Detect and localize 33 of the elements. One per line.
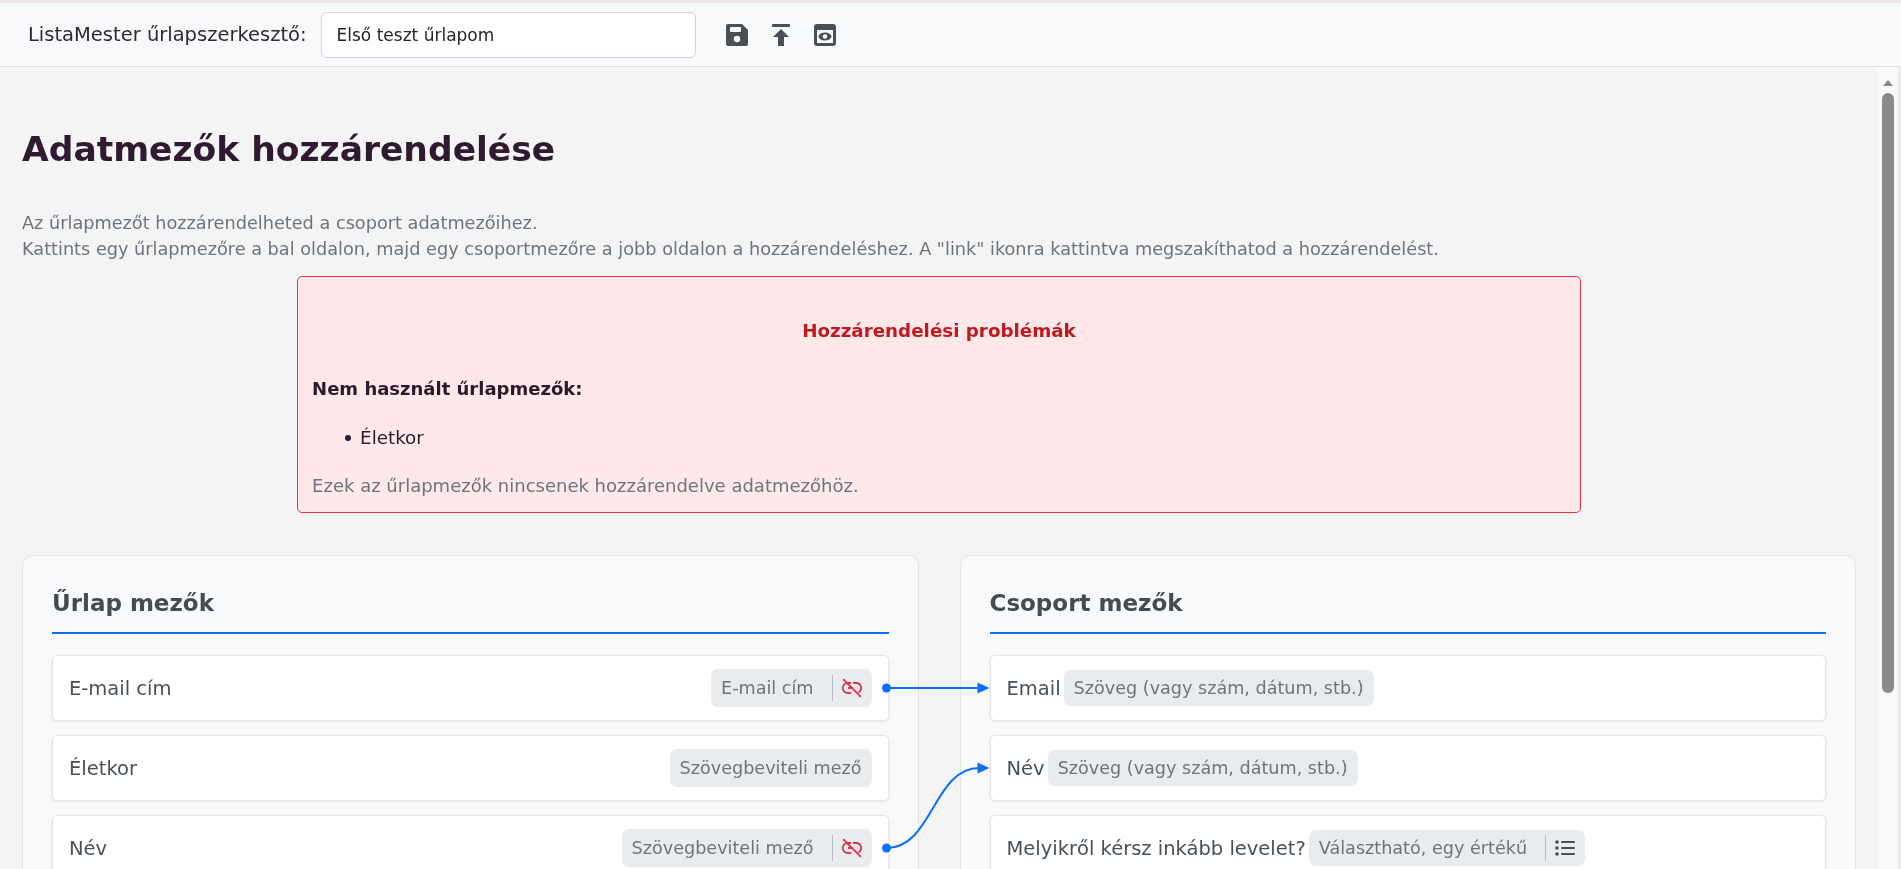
scroll-up-arrow-icon[interactable] — [1882, 80, 1893, 86]
form-name-field[interactable]: Első teszt űrlapom — [320, 11, 696, 58]
upload-icon[interactable] — [771, 23, 790, 46]
form-field-row[interactable]: Név Szövegbeviteli mező — [52, 815, 889, 869]
field-type-tag: Szöveg (vagy szám, dátum, stb.) — [1047, 750, 1358, 786]
field-type-text: E-mail cím — [721, 678, 814, 698]
field-type-text: Szövegbeviteli mező — [631, 838, 814, 858]
editor-label: ListaMester űrlapszerkesztő: — [28, 23, 307, 46]
scrollbar-thumb[interactable] — [1881, 93, 1894, 693]
alert-title: Hozzárendelési problémák — [802, 319, 1076, 343]
alert-note: Ezek az űrlapmezők nincsenek hozzárendelve adatmezőhöz. — [312, 474, 859, 498]
form-field-row[interactable]: E-mail cím E-mail cím — [52, 655, 889, 721]
page-title: Adatmezők hozzárendelése — [22, 128, 556, 171]
save-icon[interactable] — [725, 23, 748, 46]
field-type-tag: Szövegbeviteli mező — [669, 749, 872, 787]
unused-field-name: Életkor — [360, 426, 424, 450]
form-field-row[interactable]: Életkor Szövegbeviteli mező — [52, 735, 889, 801]
group-field-row[interactable]: Melyikről kérsz inkább levelet? Választható, egy értékű — [989, 815, 1826, 869]
bullet-icon — [345, 435, 352, 441]
scrollbar-track[interactable] — [1877, 67, 1901, 869]
group-field-row[interactable]: Email Szöveg (vagy szám, dátum, stb.) — [989, 655, 1826, 721]
field-type-text: Választható, egy értékű — [1318, 838, 1528, 858]
description-text: Kattints egy űrlapmezőre a bal oldalon, majd egy csoportmezőre a jobb oldalon a hozzárendeléshez. A "link" ikonra kattintva megszakíthatod a hozzárendelést. — [22, 238, 1439, 261]
panel-title: Űrlap mezők — [52, 588, 214, 618]
group-field-row[interactable]: Név Szöveg (vagy szám, dátum, stb.) — [989, 735, 1826, 801]
link-slash-icon[interactable] — [841, 678, 862, 698]
panel-title: Csoport mezők — [989, 589, 1183, 618]
eye-icon[interactable] — [813, 23, 836, 46]
field-type-tag: Szöveg (vagy szám, dátum, stb.) — [1063, 670, 1374, 706]
link-slash-icon[interactable] — [841, 838, 862, 858]
description-text: Az űrlapmezőt hozzárendelheted a csoport adatmezőihez. — [22, 212, 538, 235]
list-icon[interactable] — [1555, 840, 1576, 856]
alert-subtitle: Nem használt űrlapmezők: — [312, 377, 583, 401]
